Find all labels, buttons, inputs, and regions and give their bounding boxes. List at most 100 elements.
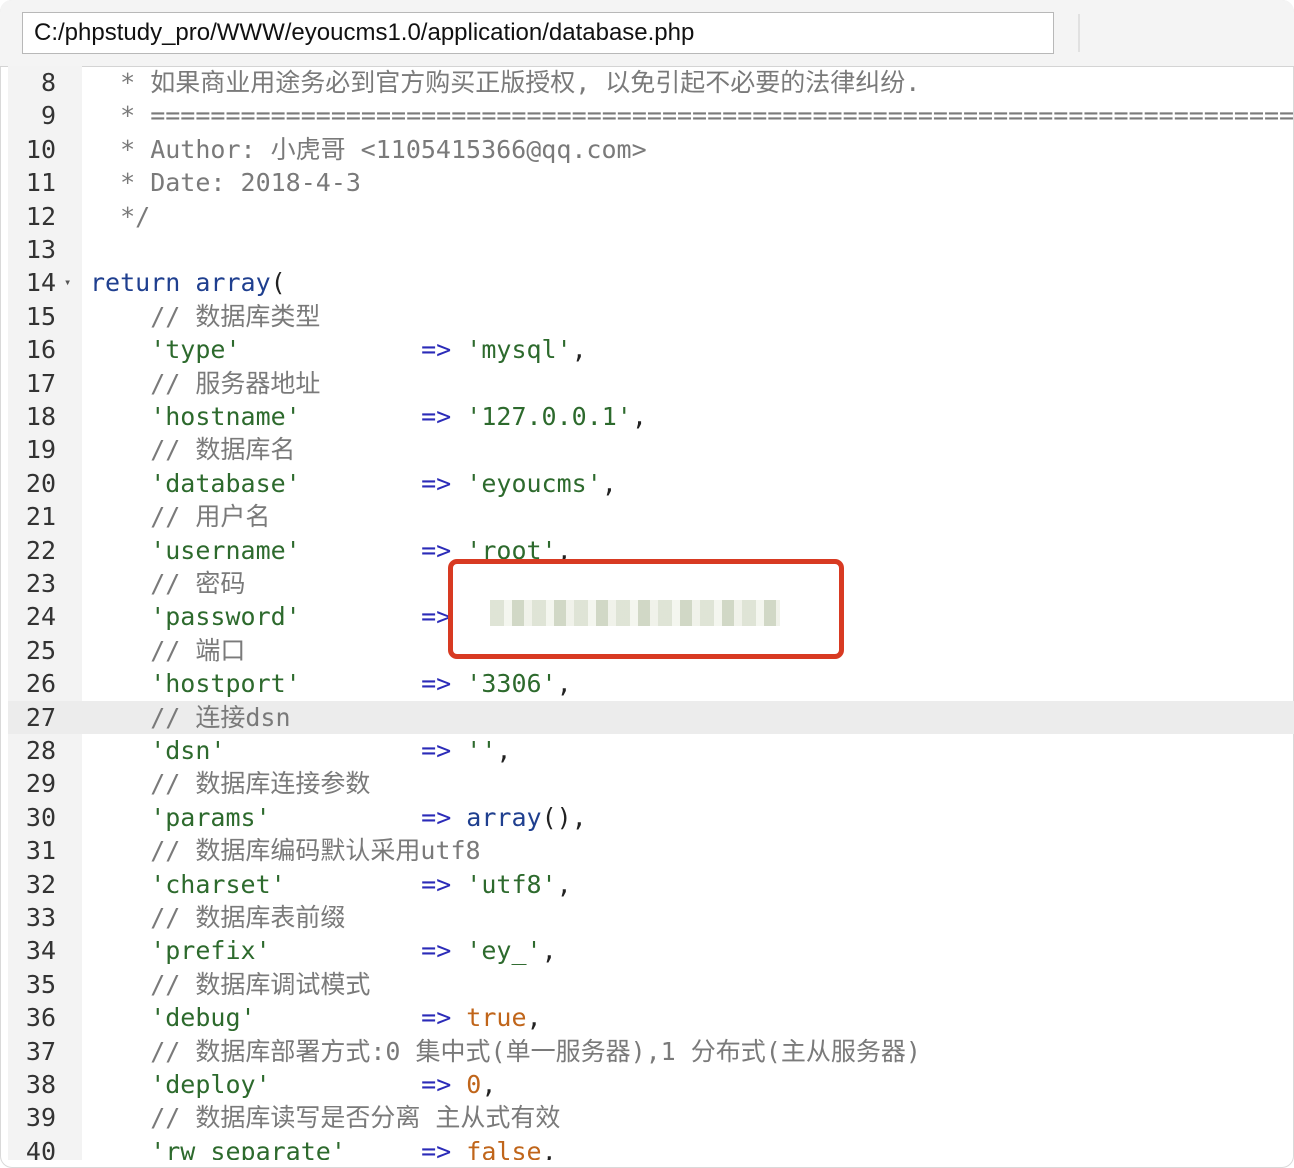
code-token: true: [466, 1003, 527, 1033]
code-line[interactable]: 13: [8, 233, 1294, 266]
code-token: // 数据库调试模式: [90, 969, 371, 999]
line-number: 24: [25, 602, 56, 632]
code-line[interactable]: 37 // 数据库部署方式:0 集中式(单一服务器),1 分布式(主从服务器): [8, 1035, 1294, 1068]
code-token: 'params': [90, 802, 271, 832]
code-text: 'prefix' => 'ey_',: [90, 934, 557, 967]
code-line[interactable]: 17 // 服务器地址: [8, 367, 1294, 400]
line-number: 20: [25, 468, 56, 498]
code-token: 'hostname': [90, 402, 301, 431]
code-token: 'utf8': [466, 869, 557, 899]
line-number: 28: [25, 736, 56, 765]
chevron-down-icon[interactable]: ▾: [64, 266, 71, 299]
code-token: 'hostport': [90, 669, 301, 699]
code-token: ,: [496, 736, 512, 765]
code-line[interactable]: 18 'hostname' => '127.0.0.1',: [8, 400, 1294, 433]
code-text: 'hostport' => '3306',: [90, 667, 571, 700]
code-line[interactable]: 30 'params' => array(),: [8, 801, 1294, 834]
code-line[interactable]: 27 // 连接dsn: [8, 700, 1294, 734]
line-number: 16: [25, 335, 56, 365]
code-token: 'password': [90, 602, 301, 632]
code-token: ,: [526, 1003, 542, 1033]
code-token: '127.0.0.1': [466, 402, 632, 431]
code-token: =>: [270, 802, 467, 832]
code-token: '': [466, 736, 497, 765]
code-line[interactable]: 29 // 数据库连接参数: [8, 767, 1294, 800]
line-number: 36: [25, 1003, 56, 1033]
code-token: // 服务器地址: [90, 368, 321, 398]
code-line[interactable]: 9 * ====================================…: [8, 99, 1294, 132]
line-number: 22: [25, 535, 56, 565]
highlight-box: [448, 559, 844, 659]
code-line[interactable]: 12 */: [8, 200, 1294, 233]
code-token: '3306': [466, 669, 557, 699]
editor-window: C:/phpstudy_pro/WWW/eyoucms1.0/applicati…: [0, 0, 1294, 1168]
code-token: 'type': [90, 335, 241, 365]
code-token: 0: [466, 1070, 482, 1099]
code-token: ,: [541, 1136, 557, 1160]
code-text: // 端口: [90, 634, 245, 667]
code-token: ,: [556, 869, 572, 899]
code-text: 'deploy' => 0,: [90, 1068, 496, 1101]
code-token: ,: [541, 936, 557, 966]
line-number: 39: [25, 1103, 56, 1133]
code-line[interactable]: 40 'rw_separate' => false,: [8, 1135, 1294, 1160]
code-text: // 用户名: [90, 500, 270, 533]
line-number: 25: [25, 635, 56, 665]
code-token: =>: [300, 535, 467, 565]
code-token: // 端口: [90, 635, 246, 665]
line-number: 11: [25, 168, 56, 198]
code-line[interactable]: 16 'type' => 'mysql',: [8, 333, 1294, 366]
code-line[interactable]: 38 'deploy' => 0,: [8, 1068, 1294, 1101]
code-text: // 数据库名: [90, 433, 295, 466]
code-text: return array(: [90, 266, 286, 299]
code-token: // 数据库类型: [90, 301, 321, 331]
code-token: return array: [90, 268, 271, 298]
code-text: */: [90, 200, 150, 233]
code-text: * Author: 小虎哥 <1105415366@qq.com>: [90, 133, 647, 166]
code-line[interactable]: 10 * Author: 小虎哥 <1105415366@qq.com>: [8, 133, 1294, 166]
toolbar: C:/phpstudy_pro/WWW/eyoucms1.0/applicati…: [0, 0, 1294, 67]
code-text: * Date: 2018-4-3: [90, 166, 361, 199]
code-token: // 数据库名: [90, 435, 296, 465]
code-token: =>: [300, 602, 452, 632]
code-token: // 用户名: [90, 502, 271, 532]
code-text: * 如果商业用途务必到官方购买正版授权, 以免引起不必要的法律纠纷.: [90, 66, 920, 99]
code-line[interactable]: 34 'prefix' => 'ey_',: [8, 934, 1294, 967]
code-token: ,: [601, 468, 617, 498]
code-line[interactable]: 39 // 数据库读写是否分离 主从式有效: [8, 1101, 1294, 1134]
code-line[interactable]: 33 // 数据库表前缀: [8, 901, 1294, 934]
line-number: 32: [25, 869, 56, 899]
code-line[interactable]: 36 'debug' => true,: [8, 1001, 1294, 1034]
code-text: // 数据库表前缀: [90, 901, 345, 934]
line-number: 14: [25, 268, 56, 298]
line-number: 8: [40, 68, 56, 97]
code-line[interactable]: 32 'charset' => 'utf8',: [8, 868, 1294, 901]
code-token: * Date: 2018-4-3: [90, 168, 361, 198]
file-path-field[interactable]: C:/phpstudy_pro/WWW/eyoucms1.0/applicati…: [22, 12, 1054, 54]
code-line[interactable]: 21 // 用户名: [8, 500, 1294, 533]
code-line[interactable]: 8 * 如果商业用途务必到官方购买正版授权, 以免引起不必要的法律纠纷.: [8, 66, 1294, 99]
code-line[interactable]: 14 ▾ return array(: [8, 266, 1294, 299]
line-number: 38: [25, 1070, 56, 1099]
code-line[interactable]: 31 // 数据库编码默认采用utf8: [8, 834, 1294, 867]
code-token: =>: [270, 1070, 467, 1099]
code-line[interactable]: 28 'dsn' => '',: [8, 734, 1294, 767]
code-token: * 如果商业用途务必到官方购买正版授权, 以免引起不必要的法律纠纷.: [90, 68, 921, 97]
code-text: 'debug' => true,: [90, 1001, 542, 1034]
line-number: 18: [25, 402, 56, 431]
code-line[interactable]: 11 * Date: 2018-4-3: [8, 166, 1294, 199]
code-line[interactable]: 20 'database' => 'eyoucms',: [8, 467, 1294, 500]
code-token: false: [466, 1136, 542, 1160]
line-number: 33: [25, 903, 56, 932]
code-token: */: [90, 201, 151, 231]
code-text: // 数据库调试模式: [90, 968, 370, 1001]
code-token: =>: [225, 736, 467, 765]
line-number: 21: [25, 502, 56, 532]
code-line[interactable]: 19 // 数据库名: [8, 433, 1294, 466]
code-line[interactable]: 26 'hostport' => '3306',: [8, 667, 1294, 700]
code-line[interactable]: 15 // 数据库类型: [8, 300, 1294, 333]
code-line[interactable]: 35 // 数据库调试模式: [8, 968, 1294, 1001]
line-number: 17: [25, 368, 56, 398]
code-editor[interactable]: 8 * 如果商业用途务必到官方购买正版授权, 以免引起不必要的法律纠纷. 9 * …: [8, 66, 1294, 1160]
code-token: 'ey_': [466, 936, 542, 966]
